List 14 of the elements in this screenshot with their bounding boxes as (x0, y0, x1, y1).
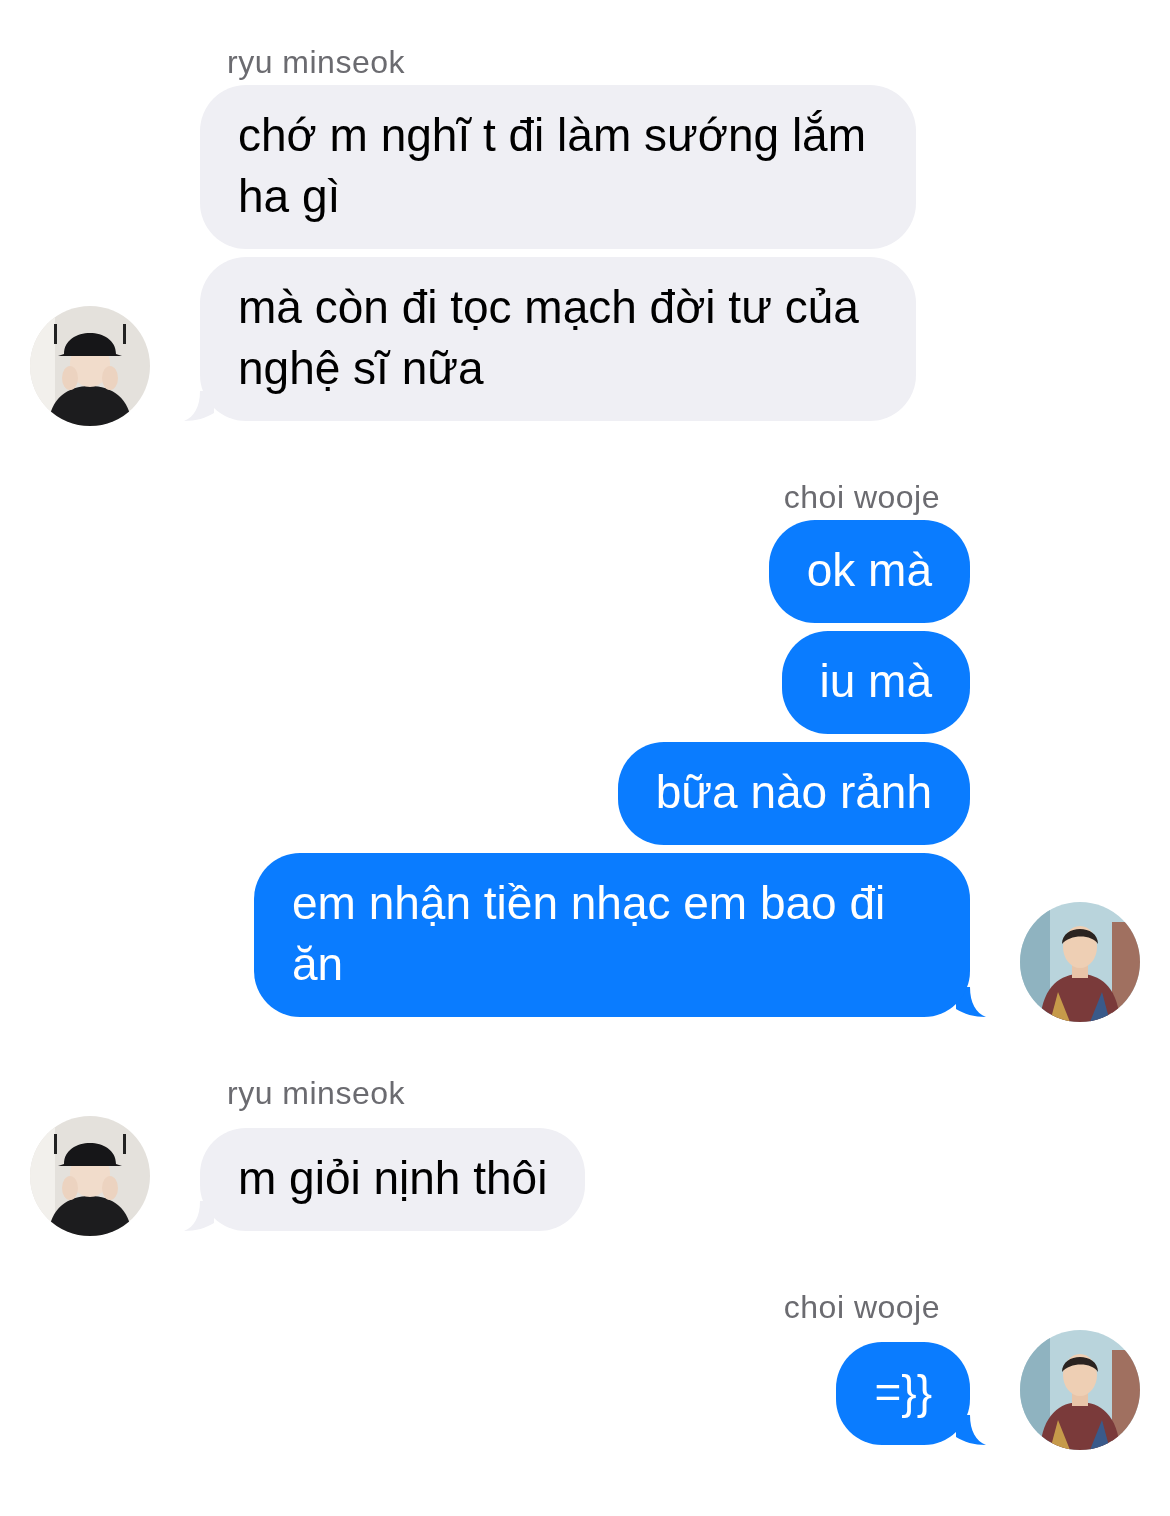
sender-name: ryu minseok (227, 44, 405, 81)
sender-name: choi wooje (783, 479, 940, 516)
message-bubble: m giỏi nịnh thôi (200, 1128, 586, 1231)
bubble-tail-icon (956, 987, 986, 1017)
message-bubble: em nhận tiền nhạc em bao đi ăn (254, 853, 970, 1017)
message-bubble: ok mà (768, 520, 970, 623)
message-bubble: =}} (836, 1342, 970, 1445)
message-bubble: iu mà (781, 631, 970, 734)
sender-name: ryu minseok (227, 1075, 405, 1112)
bubble-tail-icon (956, 1415, 986, 1445)
message-bubble: bữa nào rảnh (617, 742, 970, 845)
message-bubble: mà còn đi tọc mạch đời tư của nghệ sĩ nữa (200, 257, 916, 421)
sender-name: choi wooje (783, 1289, 940, 1326)
message-bubble: chớ m nghĩ t đi làm sướng lắm ha gì (200, 85, 916, 249)
